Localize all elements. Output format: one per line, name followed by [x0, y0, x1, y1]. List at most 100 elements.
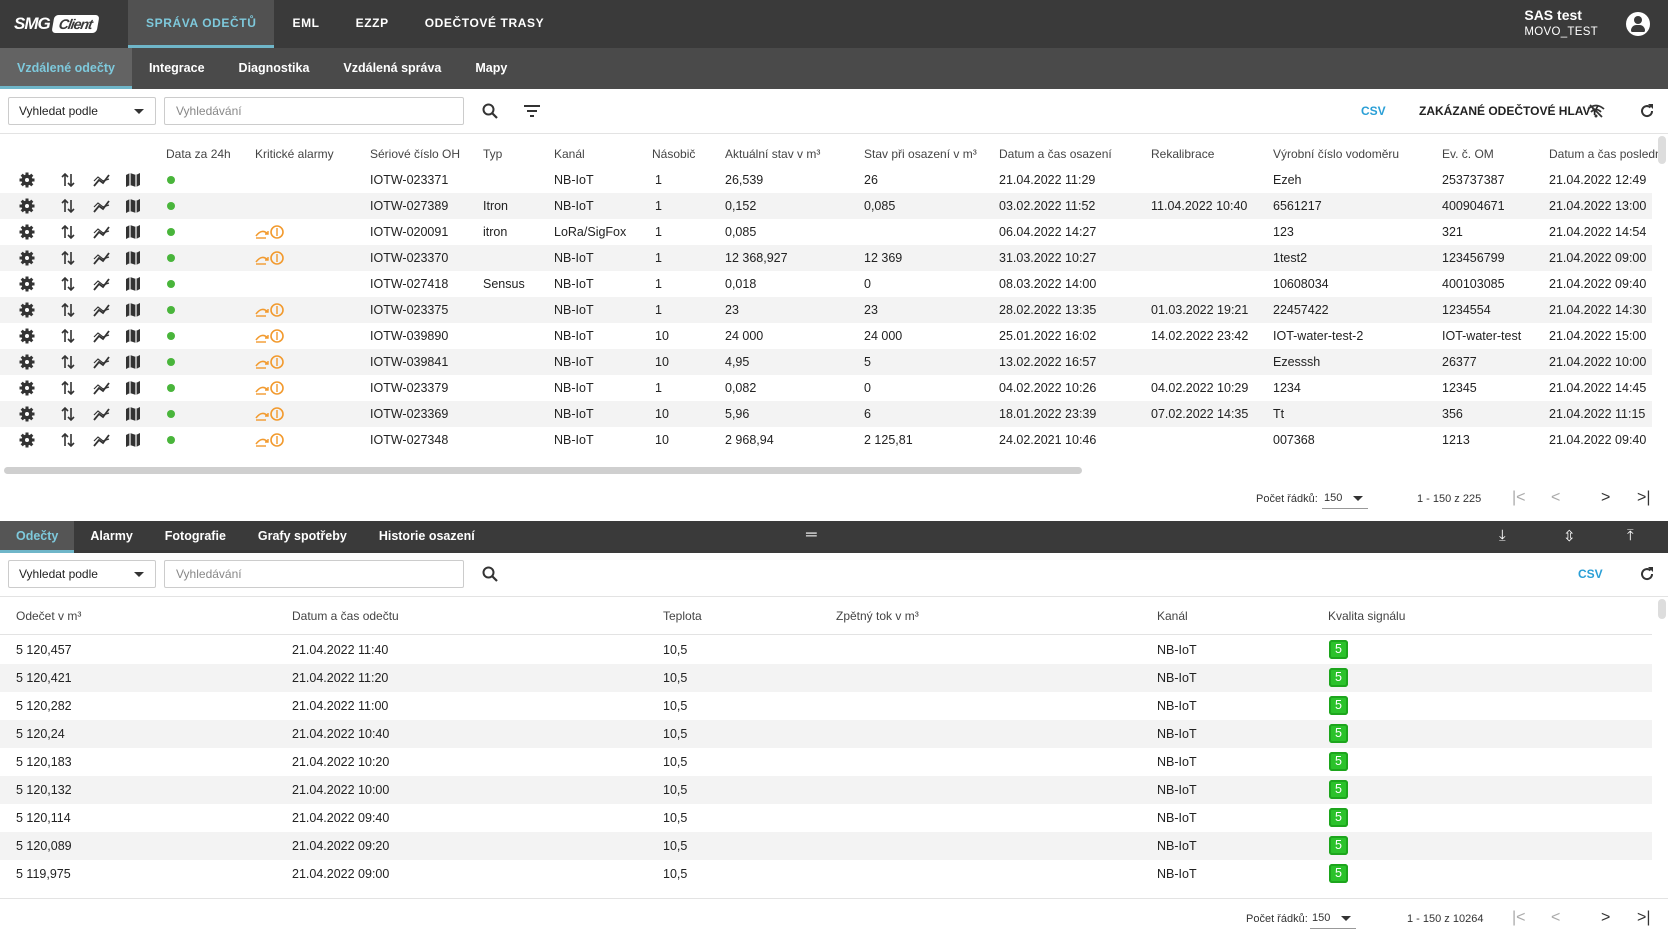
col-install-date[interactable]: Datum a čas osazení: [999, 141, 1112, 167]
nav-ezzp[interactable]: EZZP: [338, 0, 407, 48]
chart-icon[interactable]: [93, 197, 111, 215]
col-meter-number[interactable]: Výrobní číslo vodoměru: [1273, 141, 1399, 167]
nav-eml[interactable]: EML: [274, 0, 337, 48]
tab-alarmy[interactable]: Alarmy: [74, 521, 148, 553]
disabled-heads-button[interactable]: ZAKÁZANÉ ODEČTOVÉ HLAVY: [1419, 104, 1599, 118]
maximize-panel-icon[interactable]: ⤒: [1627, 527, 1634, 544]
chart-icon[interactable]: [93, 379, 111, 397]
search-by-select[interactable]: Vyhledat podle: [8, 97, 156, 125]
col-reading[interactable]: Odečet v m³: [16, 603, 81, 629]
col-type[interactable]: Typ: [483, 141, 502, 167]
settings-icon[interactable]: [18, 223, 36, 241]
map-icon[interactable]: [124, 249, 142, 267]
transfer-icon[interactable]: [59, 223, 77, 241]
settings-icon[interactable]: [18, 275, 36, 293]
settings-icon[interactable]: [18, 249, 36, 267]
map-icon[interactable]: [124, 353, 142, 371]
table-row[interactable]: 5 120,421 21.04.2022 11:20 10,5 NB-IoT 5: [0, 664, 1652, 692]
transfer-icon[interactable]: [59, 171, 77, 189]
table-row[interactable]: IOTW-027348 NB-IoT 10 2 968,94 2 125,81 24.02…: [0, 427, 1652, 453]
minimize-panel-icon[interactable]: ⤓: [1499, 527, 1506, 544]
settings-icon[interactable]: [18, 379, 36, 397]
nav-odectove-trasy[interactable]: ODEČTOVÉ TRASY: [407, 0, 563, 48]
transfer-icon[interactable]: [59, 353, 77, 371]
col-data-24h[interactable]: Data za 24h: [166, 141, 231, 167]
map-icon[interactable]: [124, 379, 142, 397]
tab-diagnostika[interactable]: Diagnostika: [222, 48, 327, 89]
table-row[interactable]: IOTW-023379 NB-IoT 1 0,082 0 04.02.2022 10:26…: [0, 375, 1652, 401]
table-row[interactable]: 5 120,183 21.04.2022 10:20 10,5 NB-IoT 5: [0, 748, 1652, 776]
table-row[interactable]: 5 120,089 21.04.2022 09:20 10,5 NB-IoT 5: [0, 832, 1652, 860]
table-row[interactable]: IOTW-027389 Itron NB-IoT 1 0,152 0,085 03.02.2…: [0, 193, 1652, 219]
col-backflow[interactable]: Zpětný tok v m³: [836, 603, 919, 629]
tab-vzdalene-odecty[interactable]: Vzdálené odečty: [0, 48, 132, 89]
col-signal-quality[interactable]: Kvalita signálu: [1328, 603, 1405, 629]
chart-icon[interactable]: [93, 353, 111, 371]
table-row[interactable]: IOTW-023375 NB-IoT 1 23 23 28.02.2022 13:35 01…: [0, 297, 1652, 323]
table-row[interactable]: 5 120,457 21.04.2022 11:40 10,5 NB-IoT 5: [0, 636, 1652, 664]
table-row[interactable]: IOTW-039841 NB-IoT 10 4,95 5 13.02.2022 16:57…: [0, 349, 1652, 375]
chart-icon[interactable]: [93, 223, 111, 241]
nav-sprava-odectu[interactable]: SPRÁVA ODEČTŮ: [128, 0, 275, 48]
search-input[interactable]: Vyhledávání: [164, 97, 464, 125]
search-input-bottom[interactable]: Vyhledávání: [164, 560, 464, 588]
alarm-icon[interactable]: [254, 354, 286, 373]
prev-page-icon[interactable]: <: [1551, 489, 1560, 507]
refresh-icon[interactable]: [1636, 563, 1658, 585]
transfer-icon[interactable]: [59, 301, 77, 319]
tab-fotografie[interactable]: Fotografie: [149, 521, 242, 553]
table-row[interactable]: IOTW-020091 itron LoRa/SigFox 1 0,085 06.04.2…: [0, 219, 1652, 245]
csv-export-button[interactable]: CSV: [1361, 104, 1386, 118]
chart-icon[interactable]: [93, 275, 111, 293]
tab-integrace[interactable]: Integrace: [132, 48, 222, 89]
col-last-date[interactable]: Datum a čas posledn: [1549, 141, 1662, 167]
alarm-icon[interactable]: [254, 328, 286, 347]
rows-per-page-select-bottom[interactable]: 150: [1310, 909, 1356, 929]
prev-page-icon[interactable]: <: [1551, 909, 1560, 927]
transfer-icon[interactable]: [59, 405, 77, 423]
map-icon[interactable]: [124, 431, 142, 449]
map-icon[interactable]: [124, 327, 142, 345]
chart-icon[interactable]: [93, 301, 111, 319]
vertical-scrollbar[interactable]: [1658, 136, 1666, 164]
search-icon[interactable]: [479, 100, 501, 122]
transfer-icon[interactable]: [59, 249, 77, 267]
search-by-select-bottom[interactable]: Vyhledat podle: [8, 560, 156, 588]
alarm-icon[interactable]: [254, 380, 286, 399]
col-recalibration[interactable]: Rekalibrace: [1151, 141, 1214, 167]
col-channel[interactable]: Kanál: [1157, 603, 1188, 629]
map-icon[interactable]: [124, 405, 142, 423]
table-row[interactable]: 5 120,132 21.04.2022 10:00 10,5 NB-IoT 5: [0, 776, 1652, 804]
settings-icon[interactable]: [18, 327, 36, 345]
table-row[interactable]: IOTW-023370 NB-IoT 1 12 368,927 12 369 31.03.…: [0, 245, 1652, 271]
csv-export-button-bottom[interactable]: CSV: [1578, 567, 1603, 581]
rows-per-page-select[interactable]: 150: [1322, 489, 1368, 509]
map-icon[interactable]: [124, 223, 142, 241]
chart-icon[interactable]: [93, 431, 111, 449]
next-page-icon[interactable]: >: [1601, 909, 1610, 927]
alarm-icon[interactable]: [254, 224, 286, 243]
transfer-icon[interactable]: [59, 197, 77, 215]
col-ev-om[interactable]: Ev. č. OM: [1442, 141, 1494, 167]
search-icon[interactable]: [479, 563, 501, 585]
table-row[interactable]: IOTW-027418 Sensus NB-IoT 1 0,018 0 08.03.2022…: [0, 271, 1652, 297]
alarm-icon[interactable]: [254, 302, 286, 321]
alarm-icon[interactable]: [254, 432, 286, 451]
wifi-off-icon[interactable]: [1585, 100, 1607, 122]
horizontal-scrollbar[interactable]: [4, 467, 1082, 474]
tab-odecty[interactable]: Odečty: [0, 521, 75, 553]
vertical-scrollbar-bottom[interactable]: [1658, 599, 1666, 619]
settings-icon[interactable]: [18, 301, 36, 319]
drag-handle-icon[interactable]: ═: [806, 526, 817, 543]
table-row[interactable]: 5 120,114 21.04.2022 09:40 10,5 NB-IoT 5: [0, 804, 1652, 832]
col-temperature[interactable]: Teplota: [663, 603, 702, 629]
map-icon[interactable]: [124, 301, 142, 319]
col-multiplier[interactable]: Násobič: [652, 141, 695, 167]
split-panel-icon[interactable]: ⇳: [1563, 527, 1576, 545]
alarm-icon[interactable]: [254, 250, 286, 269]
first-page-icon[interactable]: |<: [1512, 489, 1526, 507]
col-install-state[interactable]: Stav při osazení v m³: [864, 141, 977, 167]
tab-grafy-spotreby[interactable]: Grafy spotřeby: [242, 521, 363, 553]
map-icon[interactable]: [124, 275, 142, 293]
table-row[interactable]: 5 120,282 21.04.2022 11:00 10,5 NB-IoT 5: [0, 692, 1652, 720]
